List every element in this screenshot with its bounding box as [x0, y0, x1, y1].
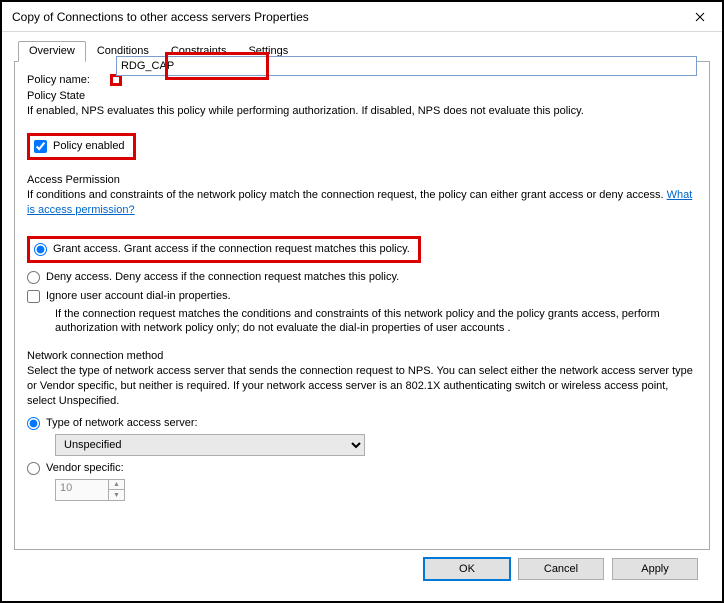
access-permission-desc: If conditions and constraints of the net…: [27, 188, 697, 218]
policy-enabled-checkbox[interactable]: Policy enabled: [34, 140, 125, 153]
vendor-specific-spinner[interactable]: 10 ▲ ▼: [55, 479, 125, 501]
spinner-down-icon[interactable]: ▼: [109, 490, 124, 500]
ignore-dialin-desc: If the connection request matches the co…: [55, 307, 697, 337]
ignore-dialin-checkbox[interactable]: Ignore user account dial-in properties.: [27, 290, 697, 303]
policy-enabled-input[interactable]: [34, 140, 47, 153]
spinner-up-icon[interactable]: ▲: [109, 480, 124, 491]
network-method-title: Network connection method: [27, 350, 697, 362]
tab-panel-overview: Policy name: RDG_CAP Policy name: Policy…: [14, 62, 710, 550]
close-button[interactable]: [677, 2, 722, 32]
vendor-specific-input[interactable]: [27, 462, 40, 475]
nas-type-input[interactable]: [27, 417, 40, 430]
cancel-button[interactable]: Cancel: [518, 558, 604, 580]
deny-access-input[interactable]: [27, 271, 40, 284]
policy-state-desc: If enabled, NPS evaluates this policy wh…: [27, 104, 697, 119]
close-icon: [695, 12, 705, 22]
nas-type-select[interactable]: Unspecified: [55, 434, 365, 456]
access-permission-title: Access Permission: [27, 174, 697, 186]
apply-button[interactable]: Apply: [612, 558, 698, 580]
window-title: Copy of Connections to other access serv…: [12, 10, 309, 24]
highlight-policy-enabled: Policy enabled: [27, 133, 136, 160]
vendor-specific-value: 10: [56, 480, 108, 500]
nas-type-radio[interactable]: Type of network access server:: [27, 417, 697, 430]
ignore-dialin-input[interactable]: [27, 290, 40, 303]
deny-access-radio[interactable]: Deny access. Deny access if the connecti…: [27, 271, 697, 284]
grant-access-label: Grant access. Grant access if the connec…: [53, 243, 410, 255]
policy-state-title: Policy State: [27, 90, 697, 102]
dialog-button-row: OK Cancel Apply: [14, 550, 710, 580]
vendor-specific-radio[interactable]: Vendor specific:: [27, 462, 697, 475]
title-bar: Copy of Connections to other access serv…: [2, 2, 722, 32]
vendor-specific-label: Vendor specific:: [46, 462, 124, 474]
ok-button[interactable]: OK: [424, 558, 510, 580]
deny-access-label: Deny access. Deny access if the connecti…: [46, 271, 399, 283]
network-method-desc: Select the type of network access server…: [27, 364, 697, 409]
grant-access-input[interactable]: [34, 243, 47, 256]
group-policy-state: Policy State If enabled, NPS evaluates t…: [27, 90, 697, 160]
group-access-permission: Access Permission If conditions and cons…: [27, 174, 697, 336]
group-network-method: Network connection method Select the typ…: [27, 350, 697, 501]
nas-type-label: Type of network access server:: [46, 417, 198, 429]
highlight-grant-access: Grant access. Grant access if the connec…: [27, 236, 421, 263]
ignore-dialin-label: Ignore user account dial-in properties.: [46, 290, 231, 302]
policy-enabled-label: Policy enabled: [53, 140, 125, 152]
policy-name-input[interactable]: [116, 56, 697, 76]
grant-access-radio[interactable]: Grant access. Grant access if the connec…: [34, 243, 410, 256]
